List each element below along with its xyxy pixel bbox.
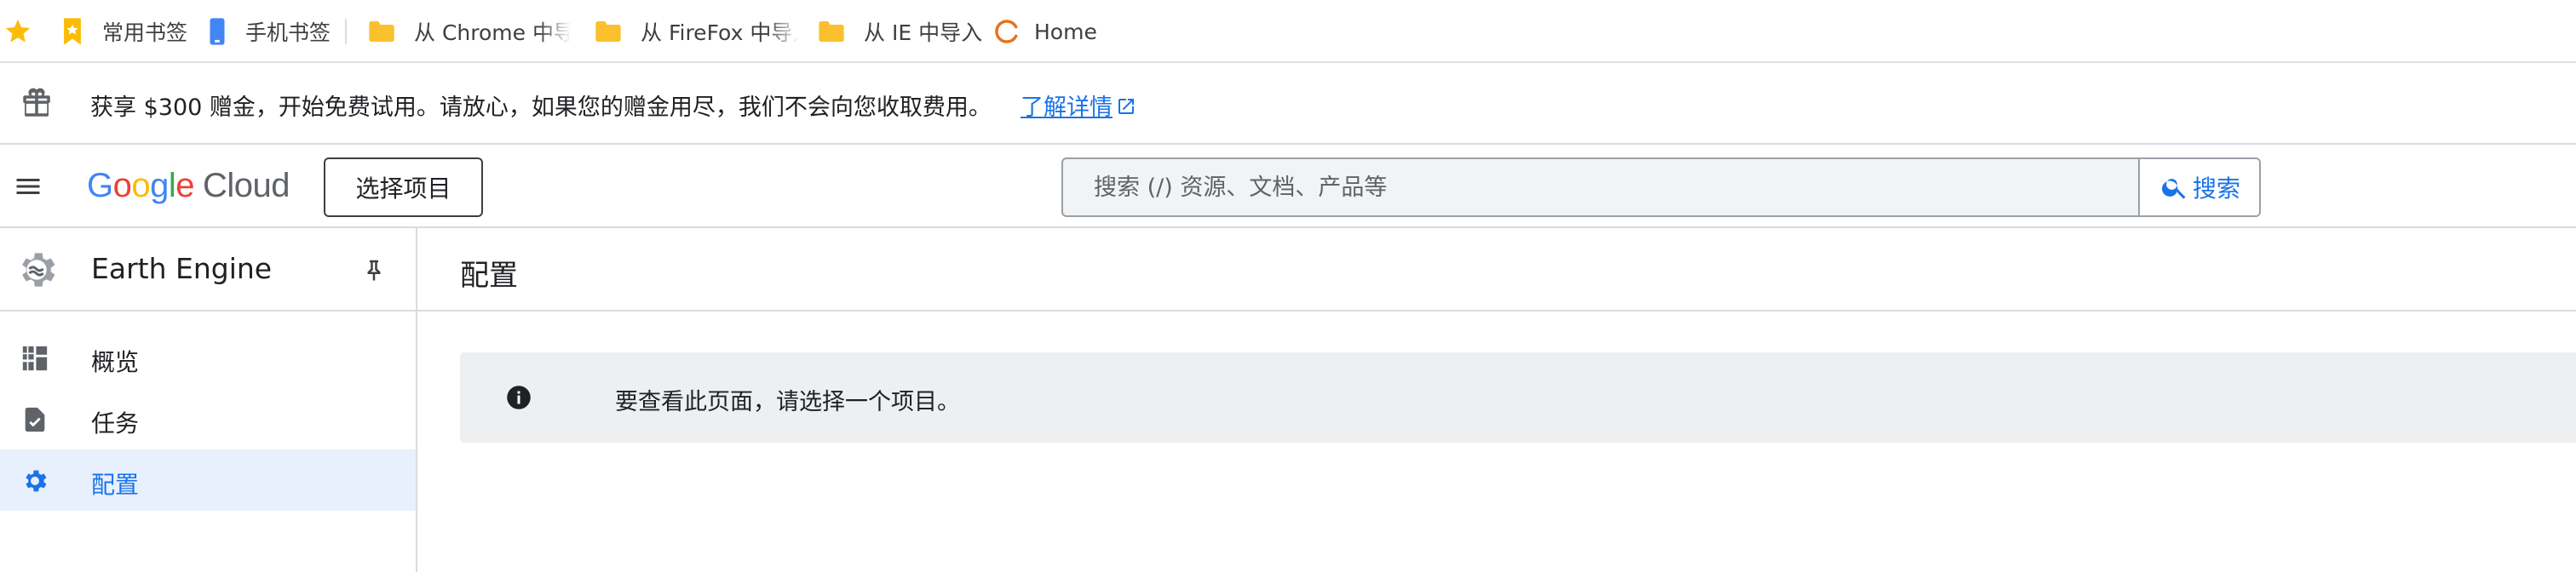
bookmark-label: 从 FireFox 中导入 [641,20,799,45]
learn-more-link[interactable]: 了解详情 [1021,89,1136,122]
bookmark-label: 从 IE 中导入 [864,20,983,45]
phone-icon [210,18,225,45]
page-title: 配置 [460,259,518,293]
folder-icon [595,21,621,42]
search-button[interactable]: 搜索 [2138,159,2259,215]
top-app-bar: Google Cloud 选择项目 搜索 [0,145,2576,228]
folder-icon [819,21,844,42]
gift-icon [23,88,50,117]
bookmark-folder-firefox[interactable]: 从 FireFox 中导入 [595,0,799,63]
folder-icon [369,21,394,42]
dashboard-icon [22,346,48,371]
bookmark-label: 常用书签 [102,20,188,45]
page-header: 配置 [417,228,2576,312]
earth-engine-logo-icon [22,253,55,287]
bookmark-star-icon [64,18,81,45]
search-button-label: 搜索 [2192,174,2240,203]
sidebar-item-tasks[interactable]: 任务 [0,388,416,449]
info-icon [507,386,531,409]
select-project-notice: 要查看此页面，请选择一个项目。 [460,352,2576,443]
sidebar-item-label: 配置 [91,471,140,499]
banner-text: 获享 $300 赠金，开始免费试用。请放心，如果您的赠金用尽，我们不会向您收取费… [90,94,992,121]
logo-letter: o [112,167,132,204]
select-project-button[interactable]: 选择项目 [324,157,483,217]
star-icon [5,19,31,43]
bookmark-mobile[interactable]: 手机书签 [208,0,331,63]
bookmark-label: Home [1034,19,1097,44]
learn-more-label: 了解详情 [1021,94,1113,121]
home-site-icon [995,20,1018,43]
gear-icon [26,470,47,492]
logo-letter: l [168,167,176,204]
logo-letter: e [175,167,195,204]
hamburger-menu-icon[interactable] [12,171,44,202]
sidebar-item-settings[interactable]: 配置 [0,449,416,511]
sidebar-item-label: 概览 [91,348,140,376]
side-navigation: Earth Engine 概览 任务 配置 [0,228,417,572]
logo-letter: o [131,167,151,204]
sidebar-item-overview[interactable]: 概览 [0,327,416,388]
search-bar: 搜索 [1061,157,2261,217]
logo-cloud-word: Cloud [203,167,290,204]
bookmark-star-button[interactable] [3,0,32,63]
bookmark-divider [345,19,347,44]
logo-letter: G [87,167,113,204]
logo-letter: g [150,167,169,204]
search-input[interactable] [1063,159,2138,215]
bookmark-home[interactable]: Home [993,0,1097,63]
bookmark-label: 手机书签 [245,20,331,45]
free-trial-banner: 获享 $300 赠金，开始免费试用。请放心，如果您的赠金用尽，我们不会向您收取费… [0,63,2576,145]
product-title: Earth Engine [91,252,273,285]
task-icon [25,407,45,432]
external-link-icon [1118,99,1134,114]
bookmark-common[interactable]: 常用书签 [60,0,187,63]
sidebar-item-label: 任务 [91,409,140,438]
bookmark-folder-ie[interactable]: 从 IE 中导入 [818,0,982,63]
search-icon [2161,179,2186,199]
bookmark-label: 从 Chrome 中导入 [414,20,571,45]
product-header: Earth Engine [0,228,416,312]
main-content: 配置 要查看此页面，请选择一个项目。 [417,228,2576,572]
bookmark-folder-chrome[interactable]: 从 Chrome 中导入 [368,0,571,63]
pin-icon[interactable] [361,257,387,283]
bookmarks-bar: 常用书签 手机书签 从 Chrome 中导入 从 FireFox 中导入 从 I… [0,0,2576,63]
notice-text: 要查看此页面，请选择一个项目。 [615,389,960,415]
google-cloud-logo[interactable]: Google Cloud [87,167,290,205]
